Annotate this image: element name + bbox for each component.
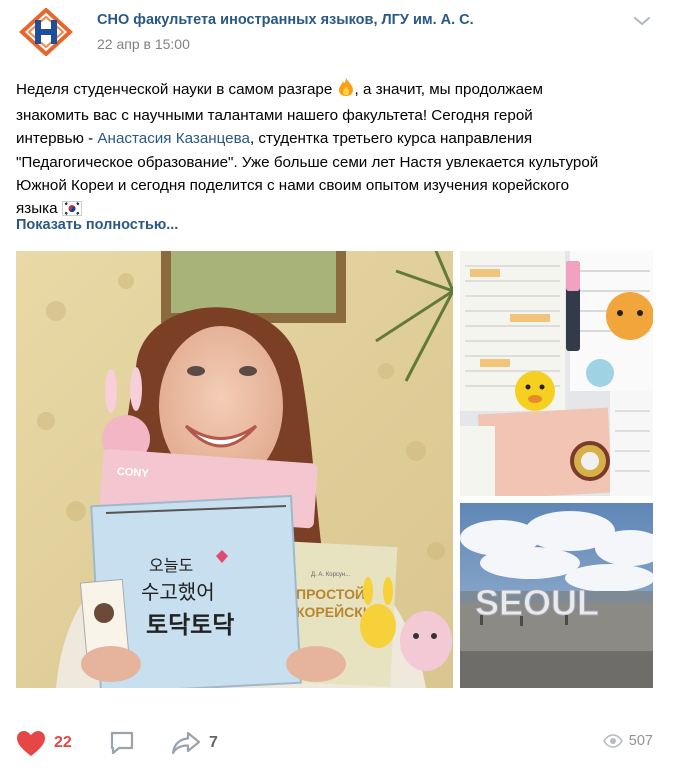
post-text-line: интервью - — [16, 130, 98, 148]
notebook-cover-text: 수고했어 — [141, 580, 215, 604]
photo-seoul-sign[interactable]: SEOUL — [460, 503, 653, 688]
share-count: 7 — [209, 734, 218, 751]
comment-button[interactable] — [108, 729, 136, 757]
like-count: 22 — [54, 734, 72, 751]
eye-icon — [602, 734, 623, 748]
wall-post: СНО факультета иностранных языков, ЛГУ и… — [0, 0, 680, 771]
post-menu-button[interactable] — [632, 14, 652, 28]
photo-student-with-books[interactable]: CONY Д. А. Корсун... ПРОСТОЙ КОРЕЙСКИЙ 오… — [16, 251, 453, 688]
heart-icon — [17, 730, 45, 756]
like-button[interactable]: 22 — [16, 729, 72, 757]
photo-notes-image — [460, 251, 653, 496]
group-logo-icon — [19, 7, 73, 57]
fire-icon — [337, 77, 355, 104]
post-text: Неделя студенческой науки в самом разгар… — [16, 77, 656, 223]
post-date[interactable]: 22 апр в 15:00 — [97, 36, 190, 52]
photo-korean-notes[interactable] — [460, 251, 653, 496]
share-icon — [171, 731, 201, 755]
group-name-link[interactable]: СНО факультета иностранных языков, ЛГУ и… — [97, 12, 474, 28]
post-text-line: , студентка третьего курса направления — [249, 130, 533, 148]
user-mention-link[interactable]: Анастасия Казанцева — [97, 130, 250, 147]
notebook-cover-text: 토닥토닥 — [146, 611, 234, 639]
post-text-line: Южной Кореи и сегодня поделится с нами с… — [16, 176, 570, 194]
comment-icon — [110, 731, 134, 755]
share-button[interactable]: 7 — [171, 729, 218, 757]
views-count: 507 — [628, 733, 653, 749]
seoul-sign-text: SEOUL — [475, 582, 599, 623]
book2-author: Д. А. Корсун... — [311, 572, 351, 578]
post-text-line: Неделя студенческой науки в самом разгар… — [16, 81, 337, 98]
book-label: CONY — [116, 466, 149, 480]
post-text-line: языка — [16, 200, 62, 218]
post-text-line: , а значит, мы продолжаем — [354, 81, 543, 98]
group-avatar[interactable] — [18, 7, 74, 57]
chevron-down-icon — [634, 17, 650, 25]
book2-title: ПРОСТОЙ — [296, 585, 365, 602]
photo-seoul-image: SEOUL — [460, 503, 653, 688]
photo-main-image: CONY Д. А. Корсун... ПРОСТОЙ КОРЕЙСКИЙ 오… — [16, 251, 453, 688]
notebook-cover-text: 오늘도 — [149, 556, 193, 575]
post-text-line: "Педагогическое образование". Уже больше… — [16, 153, 599, 171]
post-text-line: знакомить вас с научными талантами нашег… — [16, 107, 533, 125]
show-more-link[interactable]: Показать полностью... — [16, 217, 178, 233]
views-counter: 507 — [602, 733, 653, 749]
